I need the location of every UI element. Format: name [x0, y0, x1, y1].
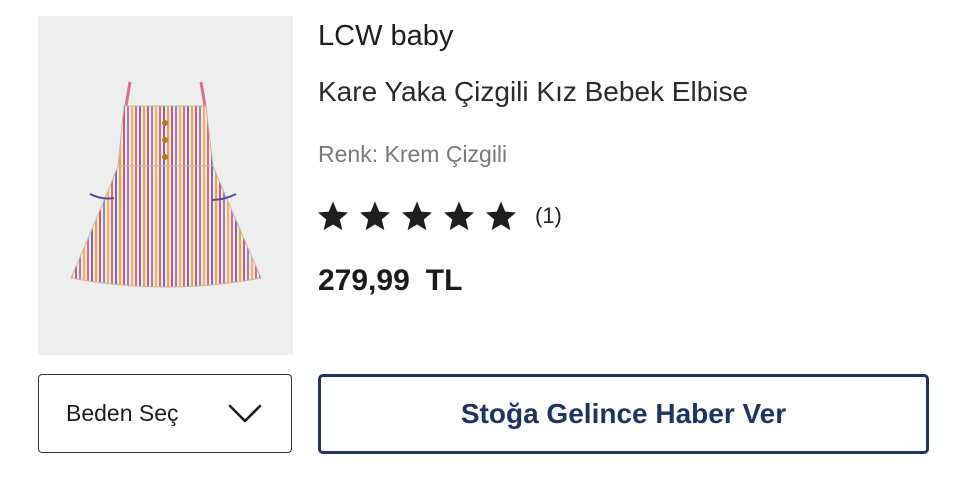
star-icon: [485, 201, 517, 231]
chevron-down-icon: [228, 404, 262, 423]
price: 279,99 TL: [318, 264, 462, 298]
price-amount: 279,99: [318, 264, 410, 297]
product-color: Renk: Krem Çizgili: [318, 141, 508, 167]
star-icon: [401, 201, 433, 231]
notify-when-in-stock-button[interactable]: Stoğa Gelince Haber Ver: [318, 374, 929, 454]
product-image[interactable]: [38, 16, 293, 355]
star-icon: [317, 201, 349, 231]
review-count[interactable]: (1): [535, 203, 562, 229]
size-select[interactable]: Beden Seç: [38, 374, 292, 453]
star-icon: [359, 201, 391, 231]
price-currency: TL: [425, 264, 463, 297]
product-photo-dress: [70, 81, 262, 288]
product-title: Kare Yaka Çizgili Kız Bebek Elbise: [318, 76, 749, 107]
size-select-label: Beden Seç: [66, 400, 179, 426]
star-icon: [443, 201, 475, 231]
rating[interactable]: (1): [316, 198, 562, 234]
brand-name[interactable]: LCW baby: [318, 20, 453, 53]
